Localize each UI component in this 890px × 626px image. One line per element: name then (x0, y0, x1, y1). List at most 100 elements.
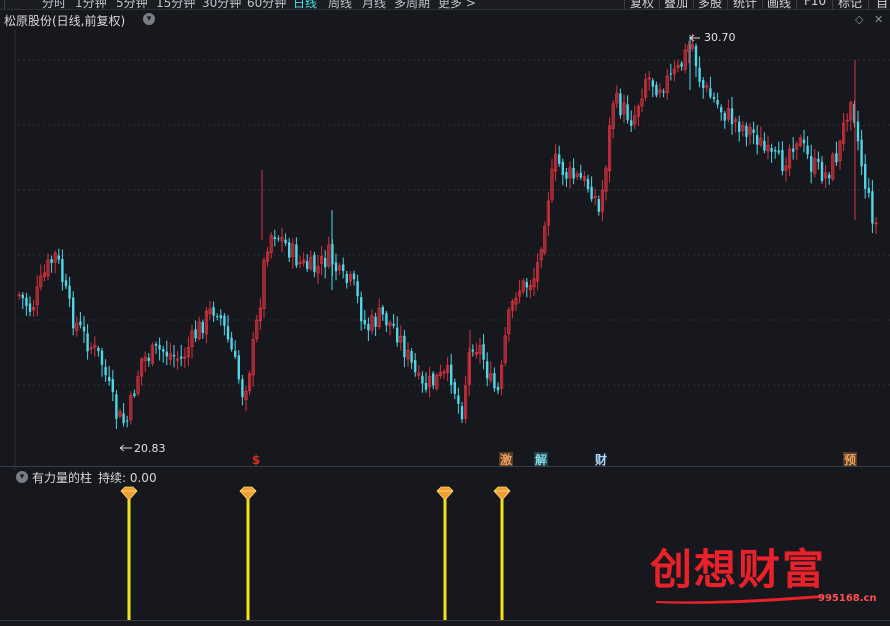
period-tab-monthly[interactable]: 月线 (362, 0, 386, 9)
period-tab-multi[interactable]: 多周期 (394, 0, 430, 9)
indicator-name: 有力量的柱 (32, 471, 93, 485)
candle-body-down (234, 350, 237, 357)
toolbar-separator (762, 0, 763, 9)
candle-body-down (828, 174, 831, 179)
overlay-button[interactable]: 叠加 (664, 0, 688, 9)
candle-body-down (158, 344, 161, 350)
close-icon[interactable]: ✕ (874, 13, 883, 26)
candle-body-down (698, 67, 701, 82)
candle-body-down (421, 375, 424, 384)
period-tab-weekly[interactable]: 周线 (328, 0, 352, 9)
chevron-down-icon[interactable]: ▾ (143, 13, 155, 25)
gem-shape (239, 486, 257, 501)
toolbar-separator (832, 0, 833, 9)
indicator-header: ▾ 有力量的柱 持续: 0.00 (0, 468, 890, 486)
period-tab-60min[interactable]: 60分钟 (247, 0, 286, 9)
candle-body-down (396, 327, 399, 343)
period-tab-15min[interactable]: 15分钟 (156, 0, 195, 9)
candle-body-down (723, 112, 726, 121)
adjust-button[interactable]: 复权 (630, 0, 654, 9)
self-select-button[interactable]: 自 (876, 0, 888, 9)
candle-body-down (288, 242, 291, 258)
candle-body-down (194, 329, 197, 339)
event-marker-label: $ (252, 453, 260, 467)
period-tab-5min[interactable]: 5分钟 (116, 0, 148, 9)
candle-body-down (154, 343, 158, 346)
draw-line-button[interactable]: 画线 (767, 0, 791, 9)
candle-body-down (694, 45, 698, 67)
candle-body-down (860, 139, 863, 167)
toolbar-separator (796, 0, 797, 9)
candle-body-down (64, 280, 68, 287)
candle-body-down (820, 161, 824, 181)
candle-body-down (817, 158, 820, 163)
candle-body-down (680, 63, 683, 67)
candle-body-down (558, 154, 561, 164)
candle-body-down (856, 121, 860, 142)
candle-body-down (352, 273, 356, 280)
chevron-down-icon[interactable]: ▾ (16, 471, 28, 483)
candle-body-down (662, 91, 665, 93)
high-price-label: 30.70 (704, 31, 736, 44)
candle-body-down (126, 420, 129, 422)
candle-body-down (111, 379, 114, 393)
candle-body-down (655, 84, 658, 96)
multi-stock-button[interactable]: 多股 (698, 0, 722, 9)
indicator-bar (127, 498, 131, 620)
candlestick-chart[interactable]: 30.70 20.83 $ 激 解 财 预 (0, 30, 890, 470)
statistics-button[interactable]: 统计 (733, 0, 757, 9)
period-tab-fenshi[interactable]: 分时 (42, 0, 66, 9)
stock-chart-app: 分时 1分钟 5分钟 15分钟 30分钟 60分钟 日线 周线 月线 多周期 更… (0, 0, 890, 626)
candle-body-down (453, 381, 456, 394)
candle-body-down (565, 172, 568, 179)
f10-button[interactable]: F10 (804, 0, 826, 8)
candle-body-down (133, 393, 136, 396)
candle-body-down (273, 236, 276, 240)
candle-body-down (756, 135, 759, 145)
candle-body-down (619, 93, 622, 116)
indicator-bar (246, 498, 250, 620)
watermark-text: 创想财富 (650, 545, 827, 594)
candle-body-down (752, 129, 755, 133)
candle-body-down (669, 73, 672, 75)
candle-body-down (626, 104, 629, 121)
indicator-bar (500, 498, 504, 620)
candle-body-down (50, 259, 53, 263)
toolbar-separator (727, 0, 728, 9)
event-marker[interactable]: 激 (499, 452, 513, 467)
candle-body-down (496, 386, 500, 391)
event-marker-label: 预 (844, 453, 856, 467)
candle-body-down (414, 360, 417, 373)
candle-body-down (806, 145, 809, 155)
time-axis (0, 620, 890, 626)
candle-body-down (871, 191, 874, 224)
candle-body-down (561, 161, 564, 176)
candle-body-down (165, 351, 168, 357)
candle-body-down (471, 349, 474, 352)
candle-body-down (306, 261, 309, 269)
mark-button[interactable]: 标记 (838, 0, 862, 9)
candle-body-down (730, 108, 734, 125)
candle-body-down (237, 355, 240, 380)
candle-body-down (835, 153, 838, 163)
period-tab-more[interactable]: 更多 > (438, 0, 476, 9)
candle-body-down (745, 125, 748, 137)
event-marker[interactable]: $ (252, 453, 260, 467)
candle-body-down (482, 344, 485, 360)
candle-body-down (97, 347, 100, 352)
event-marker[interactable]: 解 (534, 452, 548, 467)
candle-body-down (770, 148, 773, 152)
candle-body-down (223, 315, 226, 326)
period-tab-30min[interactable]: 30分钟 (202, 0, 241, 9)
toolbar-separator (693, 0, 694, 9)
diamond-icon[interactable]: ◇ (855, 13, 863, 26)
period-tab-1min[interactable]: 1分钟 (75, 0, 107, 9)
candle-body-down (572, 167, 575, 179)
period-tab-daily[interactable]: 日线 (293, 0, 317, 9)
gem-icon (120, 486, 138, 501)
candle-body-down (810, 155, 813, 172)
event-marker[interactable]: 财 (594, 452, 607, 467)
event-marker[interactable]: 预 (843, 452, 857, 467)
candle-body-down (630, 120, 633, 126)
low-price-label: 20.83 (134, 442, 166, 455)
